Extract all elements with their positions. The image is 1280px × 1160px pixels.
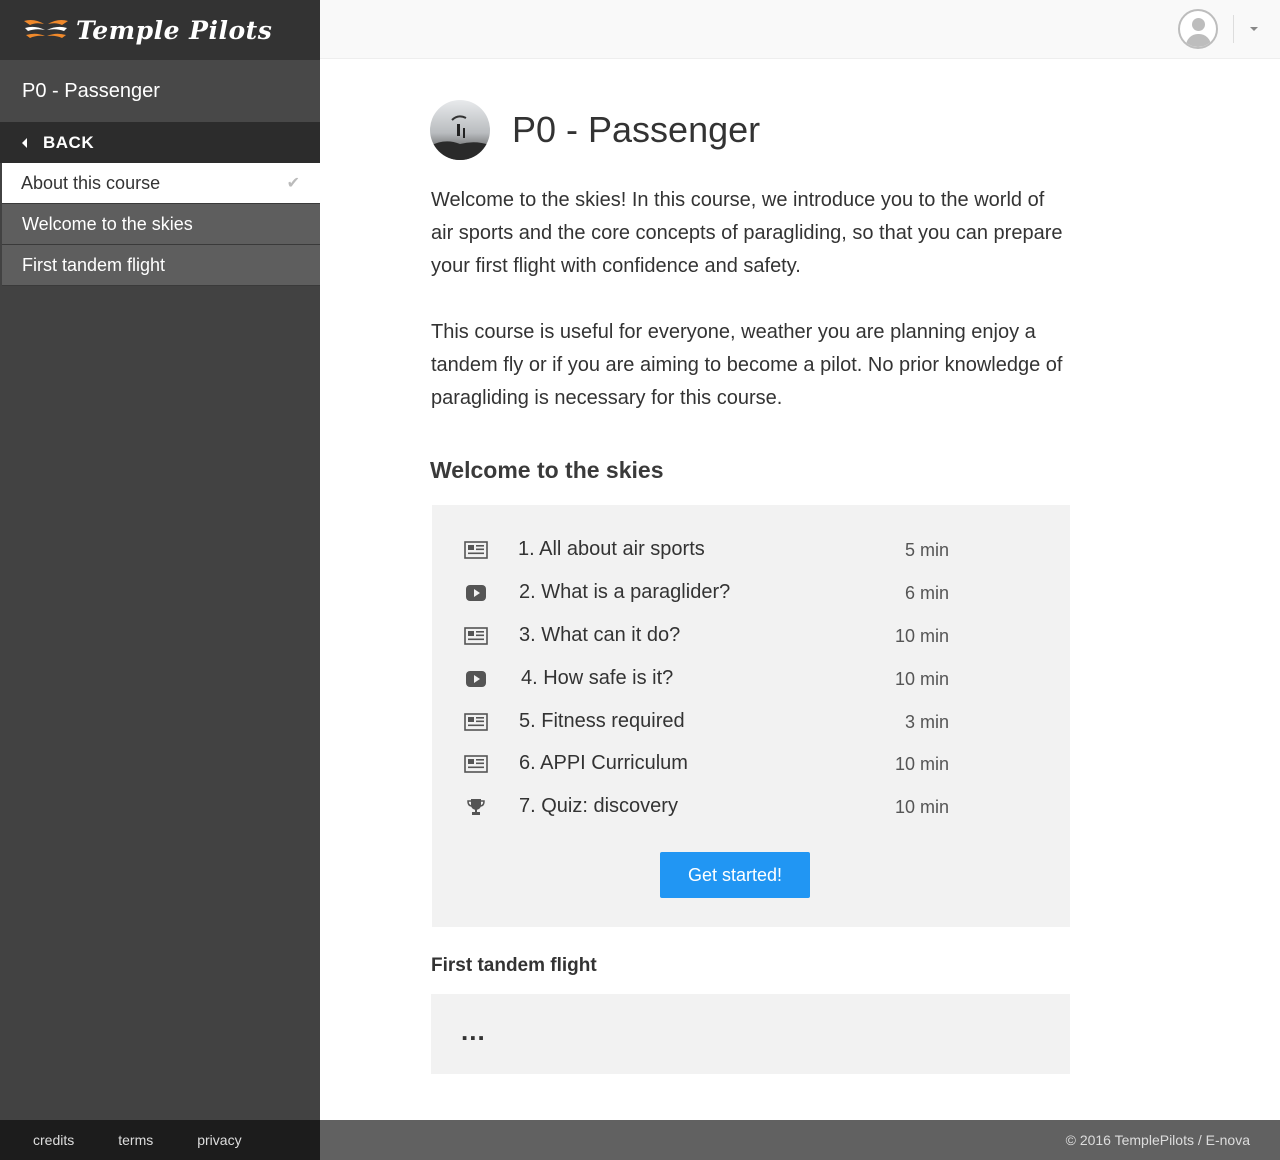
privacy-link[interactable]: privacy bbox=[197, 1132, 241, 1148]
sidebar-item-label: About this course bbox=[21, 172, 161, 193]
back-button[interactable]: BACK bbox=[0, 122, 320, 163]
section-title-welcome: Welcome to the skies bbox=[430, 457, 664, 483]
lesson-title: 3. What can it do? bbox=[519, 624, 681, 646]
terms-link[interactable]: terms bbox=[118, 1132, 153, 1148]
placeholder-ellipsis: ... bbox=[461, 1015, 486, 1046]
chevron-down-icon[interactable] bbox=[1250, 27, 1258, 31]
section-title-first-tandem: First tandem flight bbox=[431, 955, 597, 976]
sidebar-item-label: Welcome to the skies bbox=[22, 213, 193, 234]
lesson-list: 1. All about air sports 5 min 2. What is… bbox=[432, 505, 1070, 927]
video-icon bbox=[466, 671, 486, 687]
lesson-title: 2. What is a paraglider? bbox=[519, 581, 731, 603]
copyright-text: © 2016 TemplePilots / E-nova bbox=[1065, 1132, 1250, 1148]
lesson-title: 4. How safe is it? bbox=[521, 667, 674, 689]
lesson-title: 5. Fitness required bbox=[519, 710, 685, 732]
sidebar-course-title: P0 - Passenger bbox=[0, 60, 320, 122]
list-item[interactable]: 7. Quiz: discovery 10 min bbox=[432, 793, 1070, 823]
top-bar bbox=[320, 0, 1280, 59]
logo-bar[interactable]: Temple Pilots bbox=[0, 0, 320, 60]
trophy-icon bbox=[467, 799, 485, 815]
lesson-duration: 5 min bbox=[904, 540, 949, 560]
list-item[interactable]: 4. How safe is it? 10 min bbox=[432, 665, 1070, 695]
lesson-duration: 3 min bbox=[904, 712, 949, 732]
caret-left-icon bbox=[22, 137, 27, 148]
article-icon bbox=[464, 627, 488, 645]
course-image bbox=[430, 100, 490, 160]
lesson-duration: 10 min bbox=[894, 669, 949, 689]
sidebar-item-label: First tandem flight bbox=[22, 254, 166, 275]
lesson-title: 1. All about air sports bbox=[518, 538, 705, 560]
list-item[interactable]: 6. APPI Curriculum 10 min bbox=[432, 750, 1070, 780]
logo-wings-icon bbox=[24, 20, 68, 38]
credits-link[interactable]: credits bbox=[33, 1132, 74, 1148]
lesson-duration: 10 min bbox=[894, 754, 949, 774]
video-icon bbox=[466, 585, 486, 601]
list-item[interactable]: 5. Fitness required 3 min bbox=[432, 708, 1070, 738]
intro-paragraph: Welcome to the skies! In this course, we… bbox=[431, 189, 1063, 277]
first-tandem-section: ... bbox=[431, 994, 1070, 1074]
page-title: P0 - Passenger bbox=[512, 109, 761, 150]
brand-name: Temple Pilots bbox=[76, 15, 273, 45]
list-item[interactable]: 3. What can it do? 10 min bbox=[432, 622, 1070, 652]
lesson-title: 6. APPI Curriculum bbox=[519, 752, 688, 774]
divider bbox=[1233, 15, 1234, 43]
lesson-duration: 10 min bbox=[894, 797, 949, 817]
check-icon: ✔ bbox=[286, 175, 300, 192]
get-started-button[interactable]: Get started! bbox=[660, 852, 810, 898]
course-header: P0 - Passenger bbox=[430, 100, 1070, 160]
sidebar-footer: credits terms privacy bbox=[0, 1120, 320, 1160]
list-item[interactable]: 1. All about air sports 5 min bbox=[432, 536, 1070, 566]
list-item[interactable]: 2. What is a paraglider? 6 min bbox=[432, 579, 1070, 609]
article-icon bbox=[464, 755, 488, 773]
article-icon bbox=[464, 541, 488, 559]
sidebar-item-about[interactable]: About this course ✔ bbox=[2, 163, 320, 204]
page-footer: © 2016 TemplePilots / E-nova bbox=[320, 1120, 1280, 1160]
user-avatar-icon[interactable] bbox=[1178, 9, 1218, 49]
main-content: P0 - Passenger Welcome to the skies! In … bbox=[430, 100, 1070, 1074]
sidebar-item-first-tandem[interactable]: First tandem flight bbox=[2, 245, 320, 286]
back-label: BACK bbox=[43, 132, 95, 152]
lesson-title: 7. Quiz: discovery bbox=[519, 795, 678, 817]
lesson-duration: 10 min bbox=[894, 626, 949, 646]
sidebar-item-welcome[interactable]: Welcome to the skies bbox=[2, 204, 320, 245]
sidebar: Temple Pilots P0 - Passenger BACK About … bbox=[0, 0, 320, 1160]
intro-paragraph-2: This course is useful for everyone, weat… bbox=[431, 321, 1063, 409]
lesson-duration: 6 min bbox=[904, 583, 949, 603]
article-icon bbox=[464, 713, 488, 731]
